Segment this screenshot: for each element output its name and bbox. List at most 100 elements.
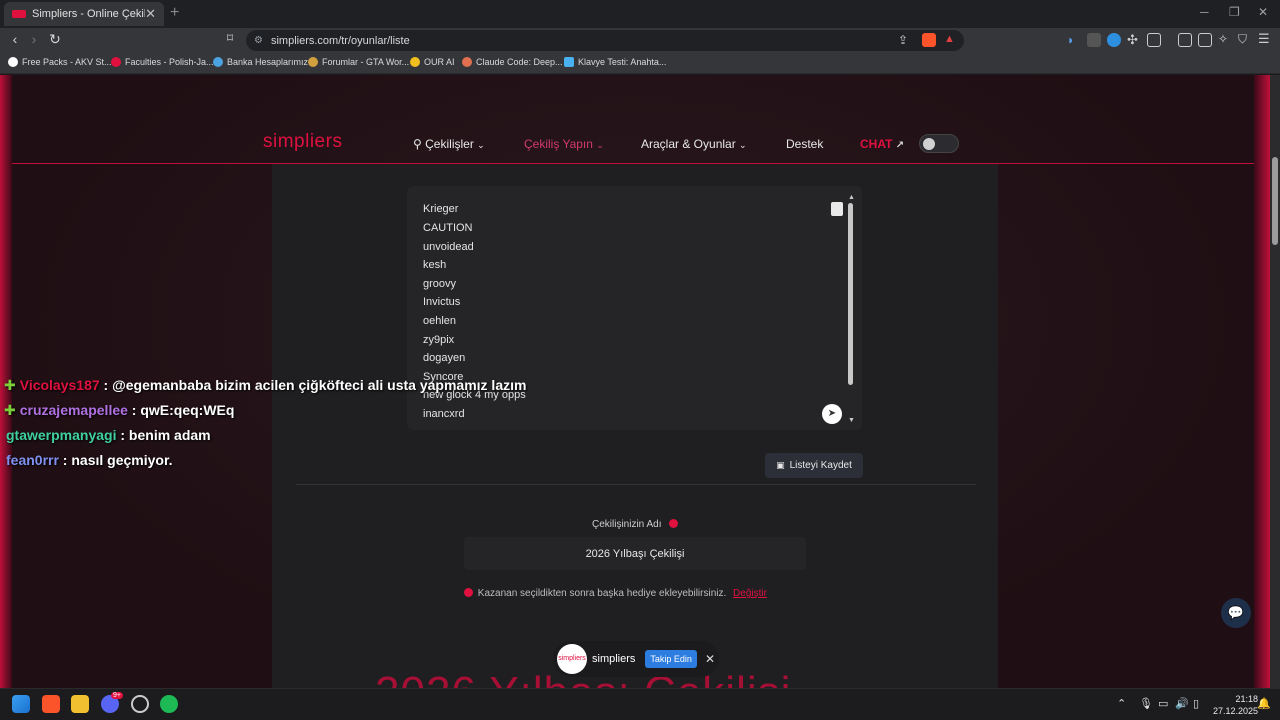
- bookmark-item[interactable]: Free Packs - AKV St...: [8, 57, 112, 67]
- notification-icon[interactable]: 🔔: [1257, 697, 1271, 710]
- windows-start-icon[interactable]: [12, 695, 30, 713]
- chat-text: : benim adam: [116, 427, 211, 443]
- bookmark-item[interactable]: Banka Hesaplarımız: [213, 57, 308, 67]
- tray-chevron-icon[interactable]: ⌃: [1117, 697, 1126, 710]
- chevron-down-icon: ⌄: [477, 140, 485, 150]
- theme-toggle[interactable]: [919, 134, 959, 153]
- bookmark-item[interactable]: Faculties - Polish-Ja...: [111, 57, 214, 67]
- extension-icon-3[interactable]: [1147, 33, 1161, 47]
- chat-bubble-button[interactable]: 💬: [1221, 598, 1251, 628]
- list-scrollbar[interactable]: [848, 203, 853, 385]
- address-bar[interactable]: ⚙ simpliers.com/tr/oyunlar/liste: [246, 30, 964, 51]
- leo-ai-icon[interactable]: ✧: [1218, 32, 1228, 46]
- list-item: oehlen: [423, 315, 457, 327]
- new-tab-button[interactable]: +: [170, 4, 179, 22]
- audio-icon[interactable]: ◗: [1067, 33, 1074, 47]
- brave-rewards-icon[interactable]: ▲: [944, 33, 955, 45]
- chat-username: cruzajemapellee: [19, 402, 128, 418]
- info-text: Kazanan seçildikten sonra başka hediye e…: [477, 588, 727, 599]
- bookmark-favicon: [213, 57, 223, 67]
- chat-text: : nasıl geçmiyor.: [58, 452, 173, 468]
- restore-icon[interactable]: ❐: [1229, 5, 1240, 19]
- share-icon[interactable]: ⇪: [898, 33, 908, 47]
- chat-text: : qwE:qeq:WEq: [127, 402, 235, 418]
- brave-taskbar-icon[interactable]: [42, 695, 60, 713]
- info-note: Kazanan seçildikten sonra başka hediye e…: [464, 588, 767, 599]
- sub-badge-icon: ✚: [4, 402, 16, 418]
- chevron-down-icon: ⌄: [596, 140, 604, 150]
- chevron-down-icon: ⌄: [739, 140, 747, 150]
- bookmark-item[interactable]: Forumlar - GTA Wor...: [308, 57, 409, 67]
- bookmark-label: OUR AI: [424, 57, 455, 67]
- follow-close-icon[interactable]: ✕: [705, 652, 715, 666]
- external-link-icon: ↗: [895, 140, 905, 151]
- list-item: groovy: [423, 278, 457, 290]
- brave-shields-icon[interactable]: [922, 33, 936, 47]
- chat-username: gtawerpmanyagi: [6, 427, 117, 443]
- save-icon: ▣: [776, 460, 785, 470]
- bookmark-item[interactable]: OUR AI: [410, 57, 455, 67]
- vpn-shield-icon[interactable]: ⛉: [1238, 32, 1247, 47]
- nav-chat[interactable]: CHAT ↗: [860, 137, 904, 151]
- list-item: Invictus: [423, 296, 461, 308]
- browser-tab[interactable]: Simpliers - Online Çekiliş Yap ✕: [4, 2, 164, 26]
- network-icon[interactable]: ▭: [1158, 697, 1168, 710]
- change-link[interactable]: Değiştir: [733, 588, 767, 599]
- file-explorer-icon[interactable]: [71, 695, 89, 713]
- minimize-icon[interactable]: ─: [1200, 5, 1209, 19]
- battery-icon[interactable]: ▯: [1193, 697, 1199, 710]
- window-close-icon[interactable]: ✕: [1258, 5, 1268, 19]
- follow-button[interactable]: Takip Edin: [645, 650, 697, 668]
- bookmark-icon[interactable]: ⌑: [221, 31, 239, 45]
- extension-icon-1[interactable]: [1087, 33, 1101, 47]
- list-item: zy9pix: [423, 334, 455, 346]
- nav-label: Çekiliş Yapın: [524, 137, 593, 151]
- tab-close-icon[interactable]: ✕: [145, 6, 156, 22]
- extensions-puzzle-icon[interactable]: ✣: [1127, 32, 1138, 48]
- save-list-button[interactable]: ▣ Listeyi Kaydet: [765, 453, 863, 478]
- shuffle-icon[interactable]: ➤: [822, 404, 842, 424]
- site-logo[interactable]: simpliers: [263, 131, 342, 153]
- menu-icon[interactable]: ☰: [1258, 31, 1270, 47]
- sidebar-icon[interactable]: [1178, 33, 1192, 47]
- forward-icon[interactable]: ›: [25, 31, 43, 47]
- chat-text: : @egemanbaba bizim acilen çiğköfteci al…: [99, 377, 527, 393]
- microphone-icon[interactable]: 🎙: [1139, 697, 1153, 710]
- avatar: simpliers: [557, 644, 587, 674]
- spotify-icon[interactable]: [160, 695, 178, 713]
- bookmark-favicon: [111, 57, 121, 67]
- taskbar-clock[interactable]: 21:18 27.12.2025: [1213, 693, 1258, 717]
- bookmark-favicon: [462, 57, 472, 67]
- clipboard-icon[interactable]: [831, 202, 843, 216]
- scroll-up-icon[interactable]: ▲: [848, 194, 855, 201]
- bookmark-favicon: [8, 57, 18, 67]
- raffle-name-input[interactable]: 2026 Yılbaşı Çekilişi: [464, 537, 806, 570]
- follow-bar: simpliers simpliers Takip Edin ✕: [553, 641, 719, 677]
- nav-araclar-oyunlar[interactable]: Araçlar & Oyunlar ⌄: [641, 137, 747, 151]
- site-info-icon[interactable]: ⚙: [254, 35, 263, 46]
- wallet-icon[interactable]: [1198, 33, 1212, 47]
- raffle-name-label: Çekilişinizin Adı: [592, 519, 679, 530]
- bookmark-label: Forumlar - GTA Wor...: [322, 57, 410, 67]
- back-icon[interactable]: ‹: [6, 31, 24, 47]
- bookmark-item[interactable]: Klavye Testi: Anahta...: [564, 57, 666, 67]
- page-scrollbar[interactable]: [1270, 75, 1280, 688]
- extension-icon-2[interactable]: [1107, 33, 1121, 47]
- nav-cekilisler[interactable]: ⚲ Çekilişler ⌄: [413, 137, 485, 151]
- bookmark-item[interactable]: Claude Code: Deep...: [462, 57, 563, 67]
- tab-title: Simpliers - Online Çekiliş Yap: [32, 8, 146, 20]
- scroll-down-icon[interactable]: ▼: [848, 417, 855, 424]
- reload-icon[interactable]: ↻: [46, 31, 64, 48]
- bookmark-favicon: [564, 57, 574, 67]
- simpliers-favicon: [12, 10, 26, 18]
- bookmark-favicon: [308, 57, 318, 67]
- page-scroll-thumb[interactable]: [1272, 157, 1278, 245]
- volume-icon[interactable]: 🔊: [1175, 697, 1189, 710]
- nav-destek[interactable]: Destek: [786, 137, 823, 151]
- nav-cekilis-yapin[interactable]: Çekiliş Yapın ⌄: [524, 137, 604, 151]
- bookmark-label: Klavye Testi: Anahta...: [578, 57, 667, 67]
- raffle-name-label-text: Çekilişinizin Adı: [592, 519, 662, 530]
- clock-time: 21:18: [1235, 694, 1259, 704]
- app-icon[interactable]: [131, 695, 149, 713]
- list-item: Krieger: [423, 203, 459, 215]
